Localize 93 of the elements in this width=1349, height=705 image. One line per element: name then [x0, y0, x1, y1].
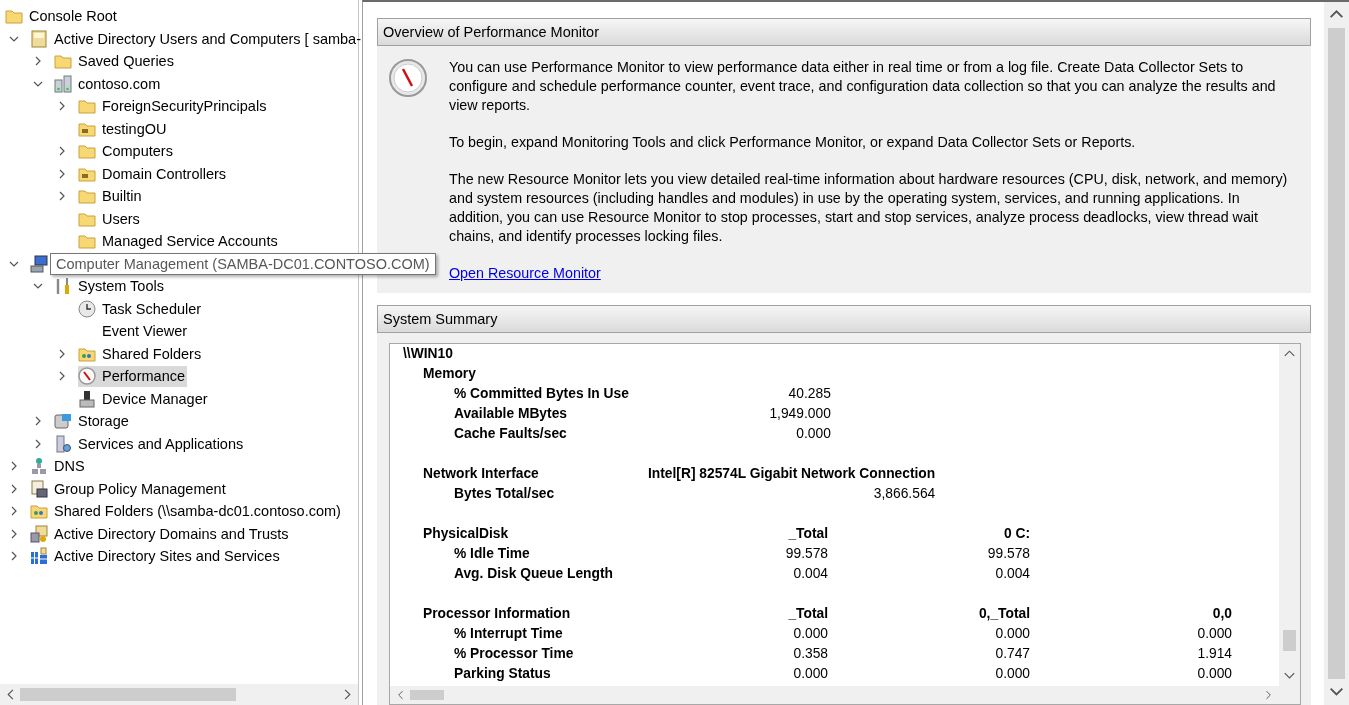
group-name: Memory — [423, 366, 476, 381]
tree-item[interactable]: Domain Controllers — [78, 163, 229, 185]
description-text: The new Resource Monitor lets you view detailed real-time information about hardware resources (CPU, disk, network, and memory) and system resources (including handles and modules) in use by the operating system, services, and running applications. In addition, you can use Resource Monitor to stop processes, start and stop services, analyze process deadlocks, view thread wait chains, and identify processes locking files. — [449, 170, 1289, 246]
counter-value: 40.285 — [788, 386, 831, 401]
shared-folder-icon — [30, 502, 48, 521]
tree-item[interactable]: Storage — [54, 410, 131, 432]
tree-item[interactable]: Performance — [78, 365, 187, 387]
counter-name: Parking Status — [454, 666, 551, 681]
counter-value: 1.914 — [1197, 646, 1232, 661]
column-header: _Total — [788, 606, 828, 621]
counter-value: 0.000 — [995, 626, 1030, 641]
counter-value: 0.004 — [995, 566, 1030, 581]
tree-item[interactable]: Group Policy Management — [30, 478, 228, 500]
gauge-icon — [78, 367, 96, 386]
folder-icon — [78, 232, 96, 251]
device-icon — [78, 389, 96, 408]
tree-item[interactable]: Managed Service Accounts — [78, 230, 280, 252]
host-name: \\WIN10 — [403, 345, 454, 363]
counter-name: % Committed Bytes In Use — [454, 386, 629, 401]
server-icon — [54, 74, 72, 93]
counter-name: Bytes Total/sec — [454, 486, 555, 501]
buildings-icon — [30, 524, 48, 543]
policy-icon — [30, 479, 48, 498]
column-header: Intel[R] 82574L Gigabit Network Connection — [648, 466, 936, 481]
counter-value: 99.578 — [785, 546, 828, 561]
tree-item[interactable]: Active Directory Domains and Trusts — [30, 523, 291, 545]
counter-value: 0.358 — [793, 646, 828, 661]
section-header: System Summary — [377, 305, 1311, 333]
directory-icon — [30, 29, 48, 48]
tree-item[interactable]: Active Directory Users and Computers [ samba- — [30, 28, 363, 50]
tree-item[interactable]: Shared Folders — [78, 343, 204, 365]
tree-item[interactable]: Saved Queries — [54, 50, 176, 72]
counter-name: % Interrupt Time — [454, 626, 563, 641]
tree-item[interactable]: testingOU — [78, 118, 169, 140]
tree-item[interactable]: Console Root — [5, 5, 119, 27]
group-name: PhysicalDisk — [423, 526, 509, 541]
tree-item[interactable]: Event Viewer — [78, 320, 190, 342]
folder-icon — [54, 52, 72, 71]
tree-item[interactable]: Computers — [78, 140, 175, 162]
column-header: 0,_Total — [978, 606, 1030, 621]
counter-value: 3,866.564 — [873, 486, 936, 501]
counter-value: 0.747 — [995, 646, 1030, 661]
counter-value: 0.000 — [1197, 666, 1232, 681]
folder-icon — [78, 142, 96, 161]
tree-item[interactable]: Device Manager — [78, 388, 210, 410]
scrollbar-thumb[interactable] — [20, 688, 237, 701]
scrollbar-thumb[interactable] — [410, 690, 444, 700]
tree-item[interactable]: Builtin — [78, 185, 144, 207]
column-header: 0,0 — [1212, 606, 1232, 621]
tooltip: Computer Management (SAMBA-DC01.CONTOSO.COM) — [50, 252, 436, 275]
counter-value: 99.578 — [987, 546, 1030, 561]
description-text: To begin, expand Monitoring Tools and click Performance Monitor, or expand Data Collector Sets or Reports. — [449, 133, 1137, 152]
counter-value: 0.000 — [793, 626, 828, 641]
counter-value: 0.000 — [995, 666, 1030, 681]
counter-value: 1,949.000 — [769, 406, 831, 421]
folder-icon — [5, 7, 23, 26]
buildings-icon — [30, 547, 48, 566]
description-text: You can use Performance Monitor to view performance data either in real time or from a log file. Create Data Collector Sets to configure and schedule performance counter, event trace, and configuration data collection so that you can analyze the results and view reports. — [449, 58, 1277, 115]
network-icon — [30, 457, 48, 476]
counter-name: % Idle Time — [454, 546, 530, 561]
folder-icon — [78, 97, 96, 116]
gauge-icon — [388, 58, 428, 98]
group-name: Network Interface — [423, 466, 539, 481]
counter-name: Available MBytes — [454, 406, 567, 421]
tree-item[interactable]: Task Scheduler — [78, 298, 204, 320]
resource-monitor-link[interactable]: Open Resource Monitor — [449, 265, 601, 281]
tools-icon — [54, 277, 72, 296]
counter-name: Avg. Disk Queue Length — [454, 566, 613, 581]
column-header: 0 C: — [1003, 526, 1030, 541]
tree-item[interactable]: Services and Applications — [54, 433, 246, 455]
services-icon — [54, 434, 72, 453]
counter-name: % Processor Time — [454, 646, 574, 661]
counter-value: 0.000 — [796, 426, 831, 441]
counter-value: 0.004 — [793, 566, 828, 581]
tree-item[interactable]: contoso.com — [54, 73, 163, 95]
scrollbar-thumb[interactable] — [1328, 28, 1345, 679]
counter-value: 0.000 — [1197, 626, 1232, 641]
tree-item[interactable]: Shared Folders (\\samba-dc01.contoso.com) — [30, 500, 343, 522]
counter-name: Cache Faults/sec — [454, 426, 567, 441]
column-header: _Total — [788, 526, 828, 541]
tree-item[interactable]: Users — [78, 208, 142, 230]
computer-icon — [30, 254, 48, 273]
section-header: Overview of Performance Monitor — [377, 18, 1311, 46]
tree-item[interactable]: System Tools — [54, 275, 166, 297]
tree-item[interactable]: Active Directory Sites and Services — [30, 545, 282, 567]
clock-icon — [78, 299, 96, 318]
tree-item[interactable]: DNS — [30, 455, 87, 477]
group-name: Processor Information — [423, 606, 571, 621]
tree-item[interactable]: ForeignSecurityPrincipals — [78, 95, 269, 117]
folder-icon — [78, 187, 96, 206]
counter-value: 0.000 — [793, 666, 828, 681]
storage-icon — [54, 412, 72, 431]
scrollbar-thumb[interactable] — [1283, 629, 1296, 651]
